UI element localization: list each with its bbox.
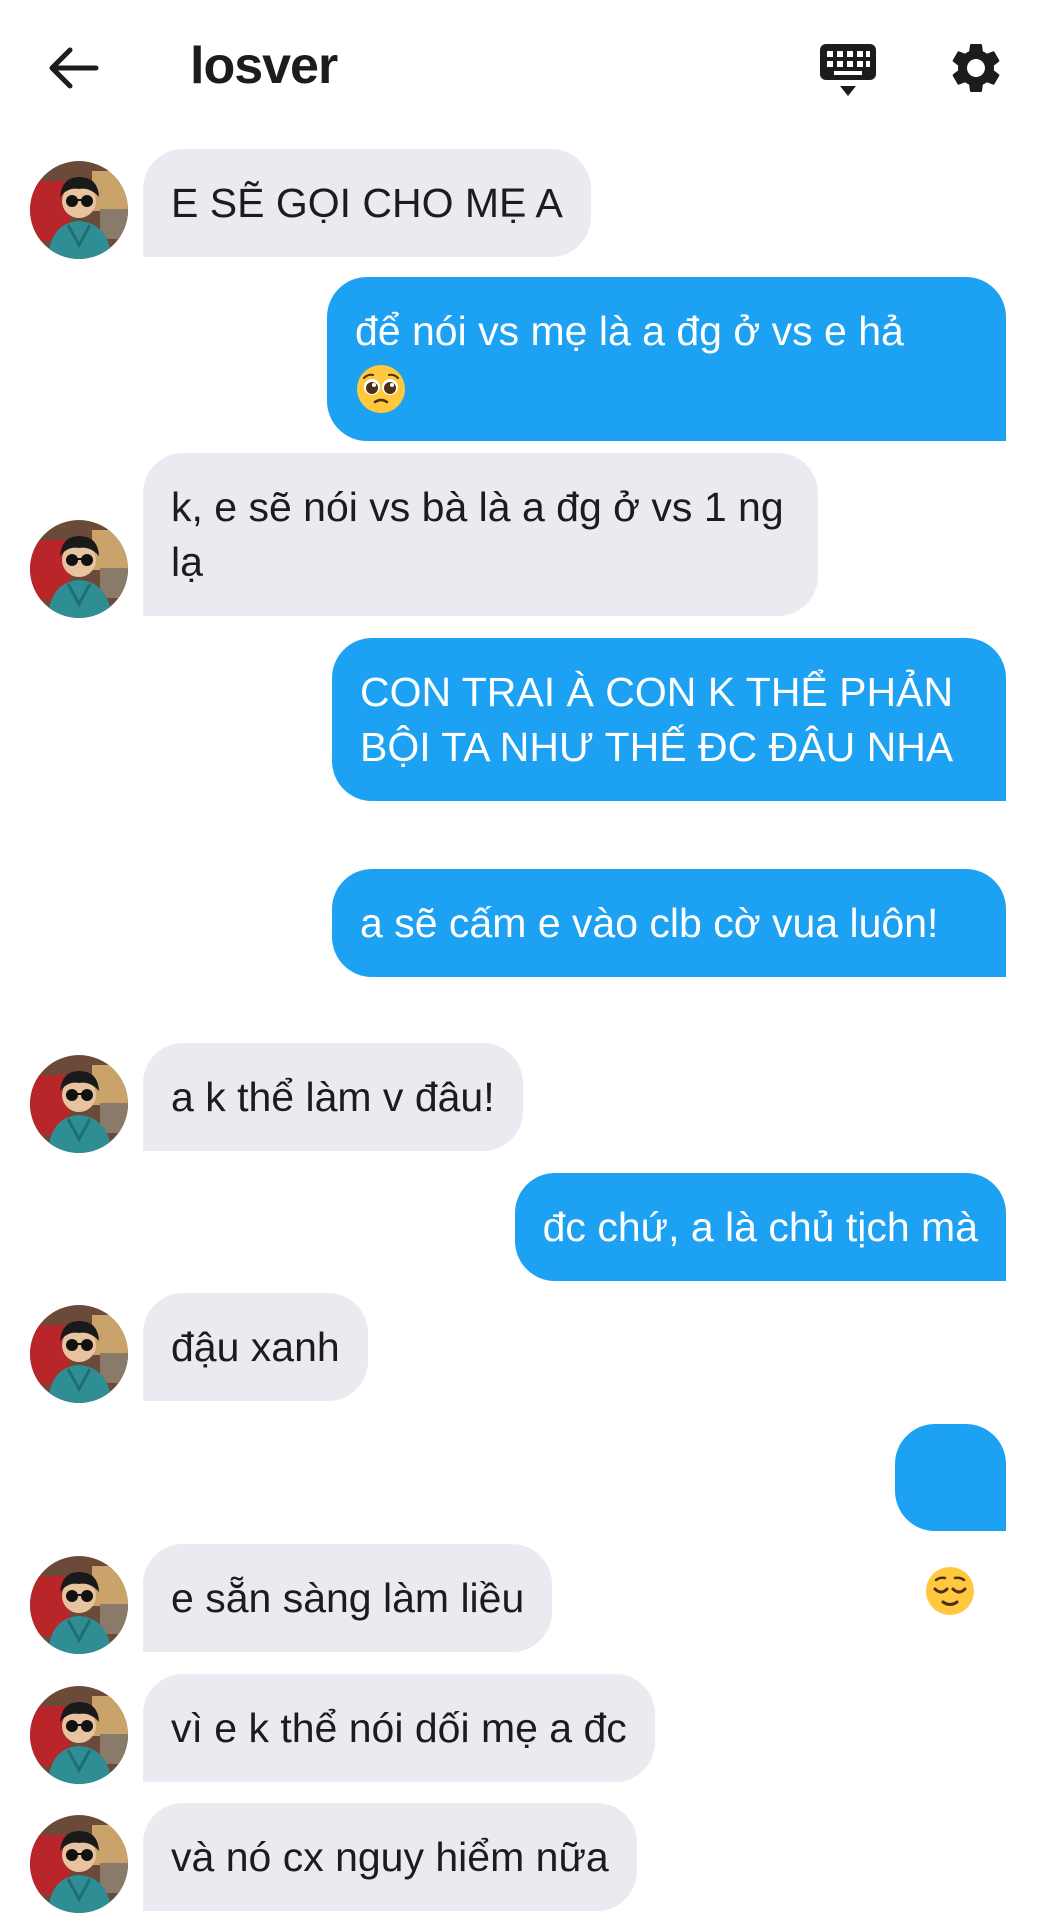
pleading-face-emoji: [355, 363, 407, 415]
avatar[interactable]: [30, 520, 128, 618]
outgoing-message[interactable]: CON TRAI À CON K THỂ PHẢN BỘI TA NHƯ THẾ…: [332, 638, 1006, 801]
incoming-message[interactable]: và nó cx nguy hiểm nữa: [143, 1803, 637, 1911]
keyboard-icon: [820, 44, 876, 96]
outgoing-message[interactable]: a sẽ cấm e vào clb cờ vua luôn!: [332, 869, 1006, 977]
avatar[interactable]: [30, 161, 128, 259]
outgoing-message[interactable]: đc chứ, a là chủ tịch mà: [514, 1173, 1006, 1281]
incoming-message[interactable]: e sẵn sàng làm liều: [143, 1544, 553, 1652]
outgoing-message[interactable]: để nói vs mẹ là a đg ở vs e hả: [327, 277, 1006, 442]
avatar[interactable]: [30, 1815, 128, 1913]
avatar[interactable]: [30, 1556, 128, 1654]
incoming-message[interactable]: vì e k thể nói dối mẹ a đc: [143, 1674, 655, 1782]
incoming-message[interactable]: a k thể làm v đâu!: [143, 1043, 523, 1151]
incoming-message[interactable]: đậu xanh: [143, 1293, 368, 1401]
message-text: để nói vs mẹ là a đg ở vs e hả: [355, 308, 904, 354]
conversation-title: losver: [190, 37, 338, 95]
avatar[interactable]: [30, 1305, 128, 1403]
arrow-left-icon: [49, 47, 99, 89]
keyboard-button[interactable]: [818, 40, 878, 100]
avatar[interactable]: [30, 1686, 128, 1784]
incoming-message[interactable]: k, e sẽ nói vs bà là a đg ở vs 1 ng lạ: [143, 453, 818, 616]
outgoing-message[interactable]: [895, 1424, 1006, 1616]
settings-button[interactable]: [946, 38, 1006, 98]
gear-icon: [952, 43, 1000, 92]
avatar[interactable]: [30, 1055, 128, 1153]
chat-header: losver: [0, 0, 1040, 140]
relieved-face-emoji: [924, 1565, 976, 1617]
incoming-message[interactable]: E SẼ GỌI CHO MẸ A: [143, 149, 591, 257]
back-button[interactable]: [44, 38, 104, 98]
